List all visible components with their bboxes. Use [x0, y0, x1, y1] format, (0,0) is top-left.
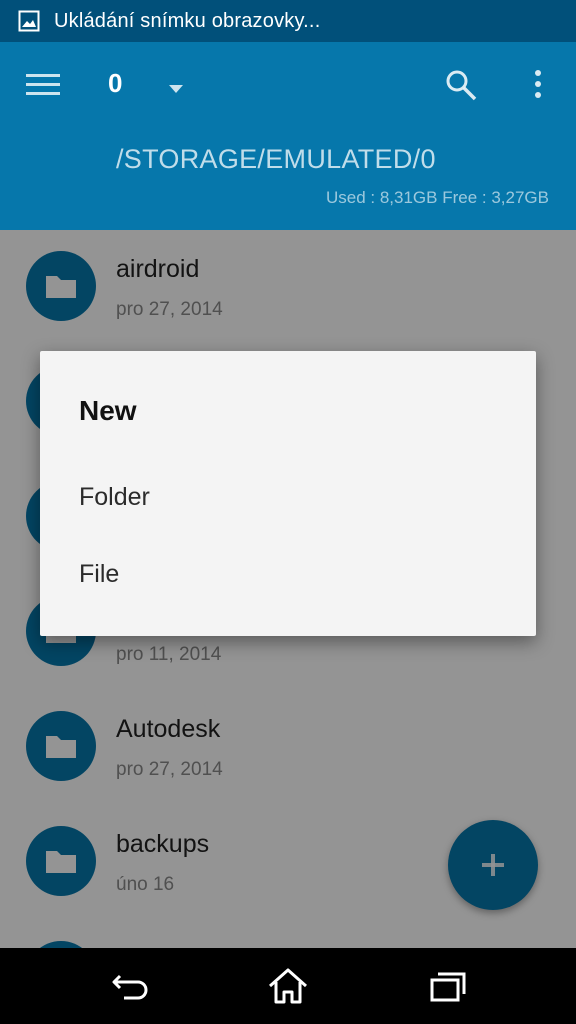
dropdown-icon[interactable] — [166, 82, 186, 96]
search-icon[interactable] — [444, 68, 478, 102]
image-icon — [18, 10, 40, 32]
recents-icon[interactable] — [424, 966, 468, 1006]
dialog-title: New — [79, 395, 137, 426]
more-vert-icon[interactable] — [526, 68, 550, 102]
new-file-option[interactable]: File — [40, 540, 536, 610]
status-bar: Ukládání snímku obrazovky... — [0, 0, 576, 42]
back-icon[interactable] — [108, 966, 152, 1006]
new-dialog: New Folder File — [40, 351, 536, 636]
storage-info: Used : 8,31GB Free : 3,27GB — [325, 188, 549, 207]
option-label: Folder — [79, 483, 150, 511]
menu-icon[interactable] — [26, 72, 62, 98]
home-icon[interactable] — [266, 966, 310, 1006]
app-toolbar: 0 /STORAGE/EMULATED/0 Used : 8,31GB Free… — [0, 42, 576, 230]
option-label: File — [79, 560, 120, 588]
navigation-bar — [0, 948, 576, 1024]
status-text: Ukládání snímku obrazovky... — [54, 9, 321, 32]
current-path: /STORAGE/EMULATED/0 — [116, 144, 436, 174]
new-folder-option[interactable]: Folder — [40, 463, 536, 533]
tab-selector[interactable]: 0 — [108, 68, 122, 99]
